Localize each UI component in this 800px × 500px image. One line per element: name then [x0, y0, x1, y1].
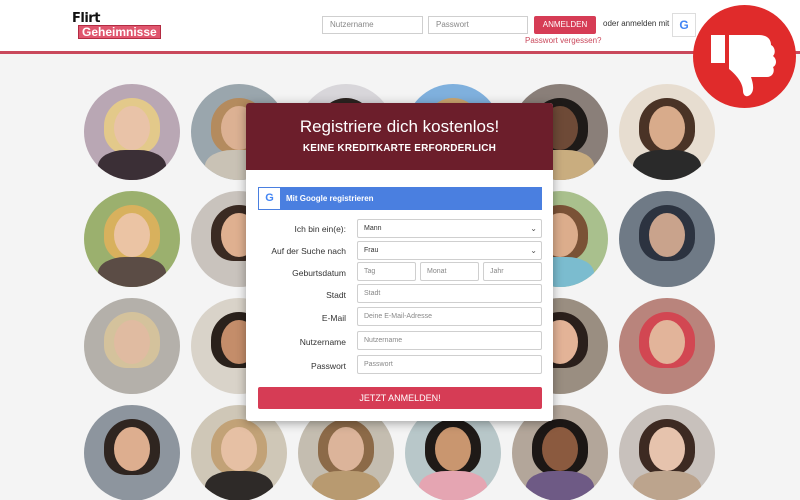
google-signup-label: Mit Google registrieren: [286, 194, 374, 203]
thumbs-down-icon: [711, 35, 776, 97]
profile-photo: [84, 191, 180, 287]
birth-year-input[interactable]: Jahr: [483, 262, 542, 281]
city-label: Stadt: [326, 290, 346, 300]
logo-top-text: Flirt: [72, 11, 100, 26]
city-input[interactable]: Stadt: [357, 284, 542, 303]
or-login-with-label: oder anmelden mit: [603, 19, 670, 28]
birth-day-input[interactable]: Tag: [357, 262, 416, 281]
iam-label: Ich bin ein(e):: [294, 224, 347, 234]
header-username-input[interactable]: Nutzername: [322, 16, 423, 34]
username-input[interactable]: Nutzername: [357, 331, 542, 350]
profile-photo: [619, 298, 715, 394]
google-signup-button[interactable]: G Mit Google registrieren: [258, 187, 542, 210]
seeking-label: Auf der Suche nach: [271, 246, 346, 256]
site-header: Flirt Geheimnisse Nutzername Passwort AN…: [0, 0, 800, 54]
profile-photo: [84, 405, 180, 500]
signup-modal: Registriere dich kostenlos! KEINE KREDIT…: [246, 103, 553, 421]
google-g-icon: G: [259, 188, 280, 209]
header-password-input[interactable]: Passwort: [428, 16, 528, 34]
email-label: E-Mail: [321, 313, 346, 323]
seeking-select[interactable]: Frau ⌄: [357, 241, 542, 260]
signup-modal-header: Registriere dich kostenlos! KEINE KREDIT…: [246, 103, 553, 170]
signup-subtitle: KEINE KREDITKARTE ERFORDERLICH: [302, 143, 497, 154]
email-input[interactable]: Deine E-Mail-Adresse: [357, 307, 542, 326]
iam-select[interactable]: Mann ⌄: [357, 219, 542, 238]
signup-title: Registriere dich kostenlos!: [299, 117, 500, 136]
birth-month-input[interactable]: Monat: [420, 262, 479, 281]
password-label: Passwort: [311, 361, 346, 371]
forgot-password-link[interactable]: Passwort vergessen?: [525, 36, 601, 45]
header-login-button[interactable]: ANMELDEN: [534, 16, 596, 34]
site-logo[interactable]: Flirt Geheimnisse: [72, 11, 161, 39]
profile-photo: [619, 191, 715, 287]
chevron-down-icon: ⌄: [530, 224, 537, 233]
password-input[interactable]: Passwort: [357, 355, 542, 374]
username-label: Nutzername: [299, 337, 346, 347]
chevron-down-icon: ⌄: [530, 246, 537, 255]
seeking-value: Frau: [364, 247, 379, 254]
birthdate-label: Geburtsdatum: [292, 268, 346, 278]
profile-photo: [619, 405, 715, 500]
logo-bottom-text: Geheimnisse: [78, 25, 161, 39]
submit-signup-button[interactable]: JETZT ANMELDEN!: [258, 387, 542, 409]
thumbs-down-badge: [693, 5, 796, 108]
profile-photo: [84, 84, 180, 180]
iam-value: Mann: [364, 225, 382, 232]
profile-photo: [84, 298, 180, 394]
